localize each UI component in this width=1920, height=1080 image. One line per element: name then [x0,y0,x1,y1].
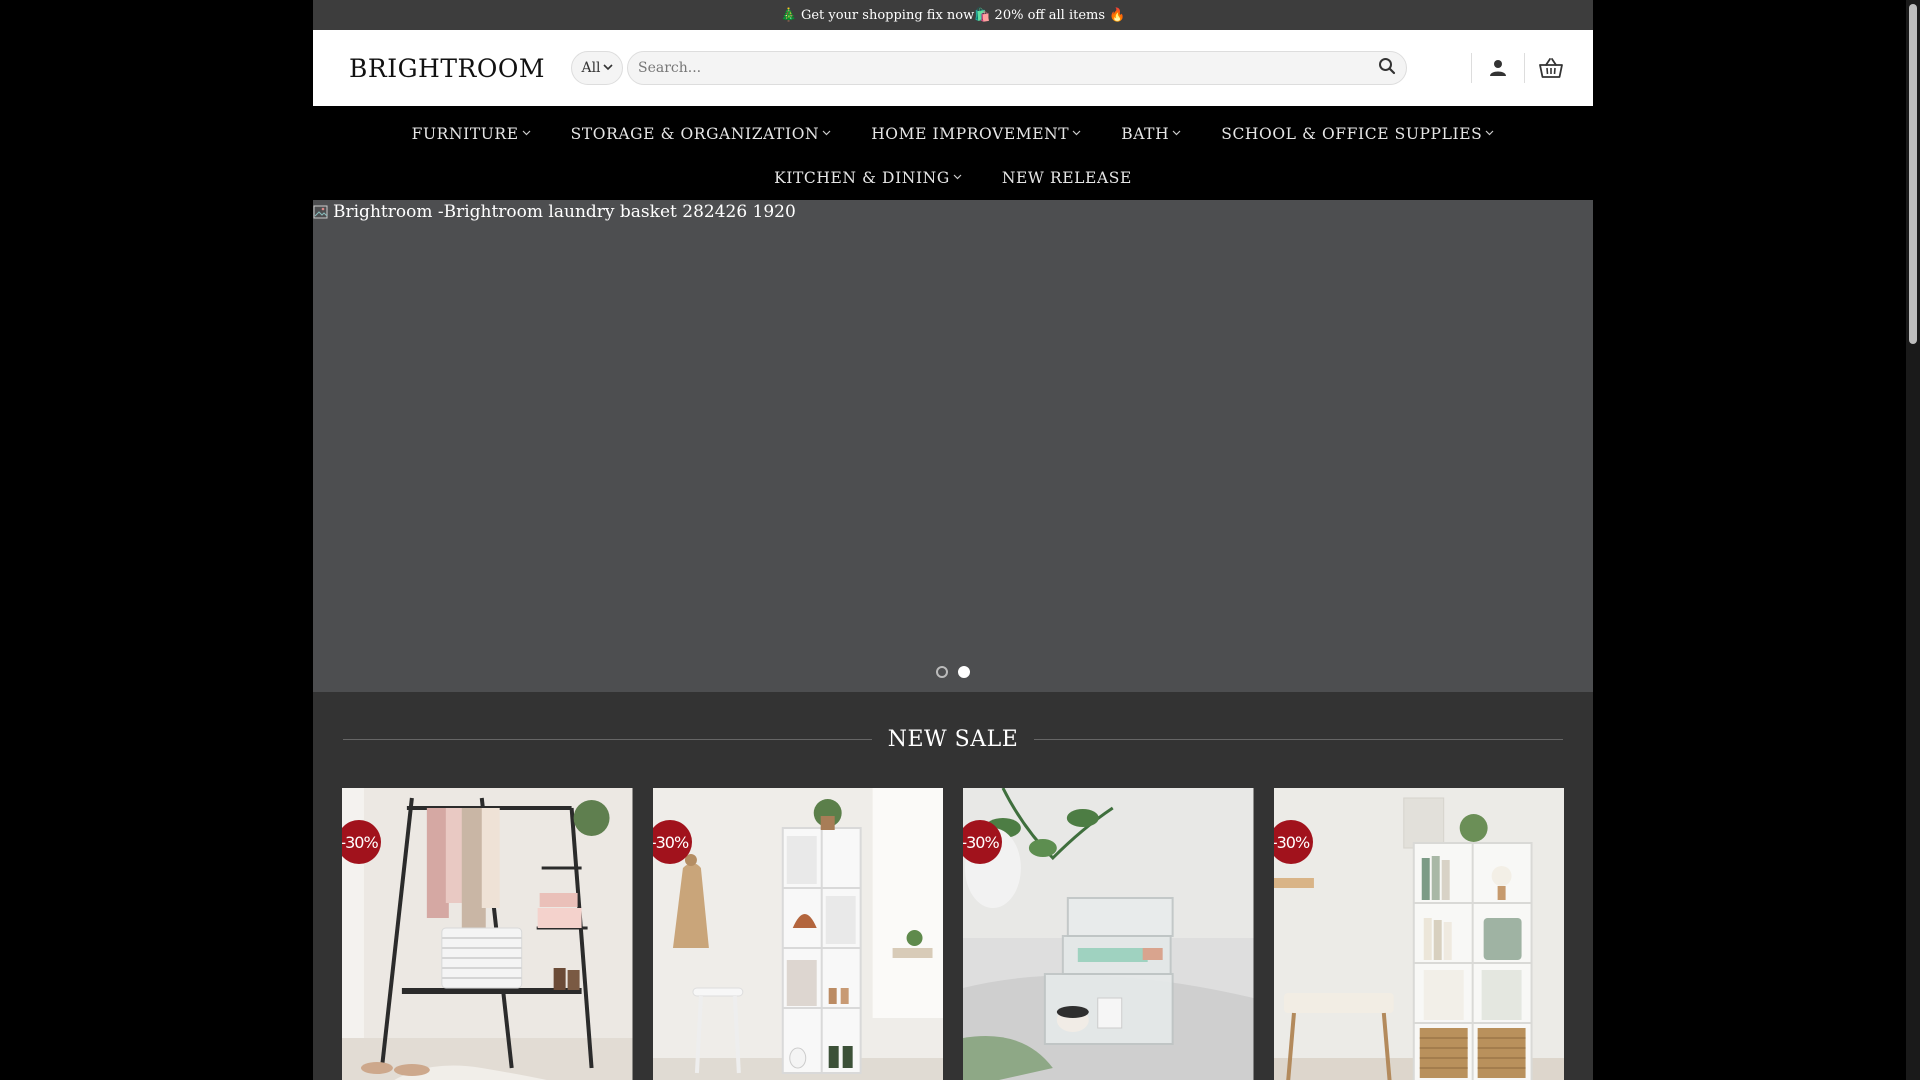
nav-item-label: BATH [1121,125,1170,143]
account-icon[interactable] [1484,54,1512,82]
divider [1471,53,1472,83]
site-logo[interactable]: BRIGHTROOM [349,54,544,83]
product-image[interactable] [1273,788,1565,1080]
product-grid: -30% -30% -30% -30% [313,788,1593,1080]
search-input[interactable] [638,60,1378,76]
main-navigation: FURNITURE STORAGE & ORGANIZATION HOME IM… [313,106,1593,200]
scrollbar[interactable] [1906,0,1920,1080]
discount-badge: -30% [1273,820,1313,864]
search-icon[interactable] [1378,57,1396,79]
slider-dot-2[interactable] [958,666,970,678]
chevron-down-icon [1485,129,1494,139]
nav-item-label: HOME IMPROVEMENT [871,125,1070,143]
product-image[interactable] [963,788,1254,1080]
nav-item-home-improvement[interactable]: HOME IMPROVEMENT [871,125,1081,143]
section-title: NEW SALE [887,726,1019,752]
chevron-down-icon [822,129,831,139]
discount-badge: -30% [652,820,692,864]
nav-item-label: STORAGE & ORGANIZATION [570,125,820,143]
nav-row-1: FURNITURE STORAGE & ORGANIZATION HOME IM… [313,112,1593,156]
search-form: All [571,51,1407,85]
header-actions [1459,48,1565,88]
nav-item-label: KITCHEN & DINING [774,169,950,187]
search-field [627,51,1407,85]
divider [1524,53,1525,83]
scrollbar-thumb[interactable] [1909,4,1917,344]
chevron-down-icon [1172,129,1181,139]
broken-image-icon [313,204,329,220]
nav-row-2: KITCHEN & DINING NEW RELEASE [313,156,1593,200]
hero-image-alt: Brightroom -Brightroom laundry basket 28… [313,202,796,222]
nav-item-label: SCHOOL & OFFICE SUPPLIES [1221,125,1483,143]
nav-item-kitchen-dining[interactable]: KITCHEN & DINING [774,169,962,187]
product-card[interactable]: -30% [342,788,633,1080]
announcement-text: 🎄 Get your shopping fix now🛍️ 20% off al… [780,7,1126,23]
nav-item-bath[interactable]: BATH [1121,125,1181,143]
hero-alt-text: Brightroom -Brightroom laundry basket 28… [333,202,796,222]
nav-item-label: FURNITURE [411,125,519,143]
divider [1034,738,1564,740]
chevron-down-icon [1072,129,1081,139]
chevron-down-icon [522,129,531,139]
product-card[interactable]: -30% [1273,788,1565,1080]
hero-slider[interactable]: Brightroom -Brightroom laundry basket 28… [313,200,1593,692]
category-select-value: All [581,60,601,76]
section-header: NEW SALE [313,724,1593,754]
nav-item-storage-organization[interactable]: STORAGE & ORGANIZATION [571,125,832,143]
divider [343,738,872,740]
product-image[interactable] [652,788,944,1080]
cart-basket-icon[interactable] [1537,54,1565,82]
announcement-bar: 🎄 Get your shopping fix now🛍️ 20% off al… [313,0,1593,30]
product-image[interactable] [342,788,633,1080]
product-card[interactable]: -30% [963,788,1254,1080]
chevron-down-icon [602,63,613,74]
chevron-down-icon [953,173,962,183]
category-select[interactable]: All [571,51,623,85]
site-header: BRIGHTROOM All [313,30,1593,106]
nav-item-furniture[interactable]: FURNITURE [412,125,531,143]
product-card[interactable]: -30% [652,788,944,1080]
slider-dot-1[interactable] [936,666,948,678]
nav-item-label: NEW RELEASE [1001,169,1132,187]
page: 🎄 Get your shopping fix now🛍️ 20% off al… [313,0,1593,1080]
slider-dots [313,666,1593,678]
nav-item-new-release[interactable]: NEW RELEASE [1002,169,1132,187]
nav-item-school-office-supplies[interactable]: SCHOOL & OFFICE SUPPLIES [1221,125,1494,143]
